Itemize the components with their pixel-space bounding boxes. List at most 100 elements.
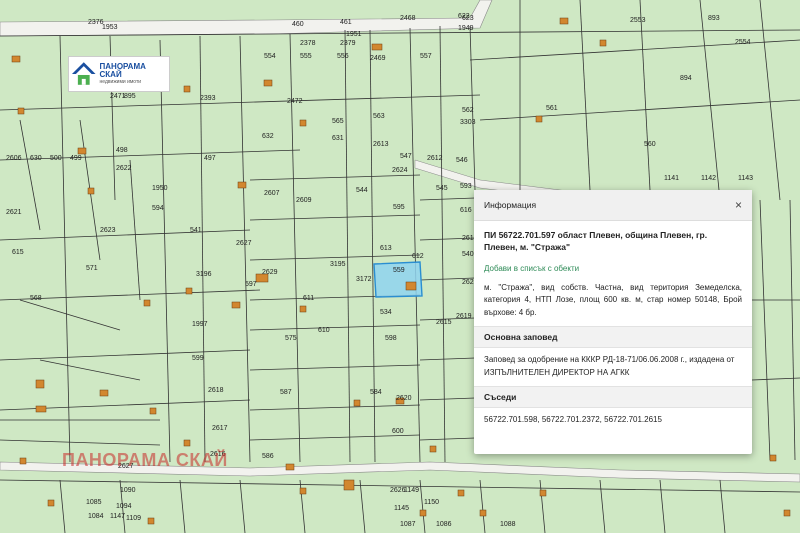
parcel-number-label: 2469 <box>370 55 386 62</box>
building-footprint <box>299 119 307 127</box>
parcel-number-label: 2623 <box>100 227 116 234</box>
building-footprint <box>353 399 361 407</box>
parcel-number-label: 2619 <box>456 313 472 320</box>
parcel-number-label: 1949 <box>458 25 474 32</box>
parcel-description: м. "Стража", вид собств. Частна, вид тер… <box>484 282 742 318</box>
parcel-number-label: 460 <box>292 21 304 28</box>
watermark: ПАНОРАМА СКАЙ <box>62 450 228 470</box>
building-footprint <box>419 509 427 517</box>
building-footprint <box>299 305 307 313</box>
parcel-number-label: 2629 <box>262 269 278 276</box>
parcel-number-label: 1951 <box>346 31 362 38</box>
building-footprint <box>237 181 247 189</box>
parcel-number-label: 544 <box>356 187 368 194</box>
parcel-number-label: 3195 <box>330 261 346 268</box>
parcel-number-label: 547 <box>400 153 412 160</box>
parcel-number-label: 2615 <box>436 319 452 326</box>
parcel-number-label: 1086 <box>436 521 452 528</box>
parcel-number-label: 540 <box>462 251 474 258</box>
parcel-number-label: 894 <box>680 75 692 82</box>
parcel-number-label: 568 <box>30 295 42 302</box>
parcel-number-label: 1147 <box>110 513 125 520</box>
info-panel: Информация × ПИ 56722.701.597 област Пле… <box>474 190 752 454</box>
parcel-number-label: 613 <box>380 245 392 252</box>
building-footprint <box>183 439 191 447</box>
parcel-number-label: 630 <box>30 155 42 162</box>
parcel-number-label: 545 <box>436 185 448 192</box>
parcel-number-label: 2472 <box>287 98 303 105</box>
parcel-number-label: 1088 <box>500 521 516 528</box>
parcel-number-label: 541 <box>190 227 202 234</box>
parcel-number-label: 3303 <box>460 119 476 126</box>
parcel-title: ПИ 56722.701.597 област Плевен, община П… <box>484 230 708 253</box>
building-footprint <box>147 517 155 525</box>
parcel-number-label: 560 <box>644 141 656 148</box>
building-footprint <box>429 445 437 453</box>
parcel-number-label: 571 <box>86 265 98 272</box>
building-footprint <box>457 489 465 497</box>
building-footprint <box>299 487 307 495</box>
logo-brand-text: ПАНОРАМА СКАЙ <box>99 61 146 80</box>
company-logo: ПАНОРАМА СКАЙ недвижими имоти <box>68 56 170 92</box>
parcel-number-label: 534 <box>380 309 392 316</box>
parcel-number-label: 2606 <box>6 155 22 162</box>
parcel-number-label: 2609 <box>296 197 312 204</box>
parcel-number-label: 561 <box>546 105 558 112</box>
parcel-number-label: 895 <box>124 93 136 100</box>
parcel-number-label: 555 <box>300 53 312 60</box>
parcel-number-label: 2379 <box>340 40 356 47</box>
parcel-number-label: 1084 <box>88 513 104 520</box>
parcel-number-label: 2612 <box>427 155 443 162</box>
parcel-number-label: 597 <box>245 281 257 288</box>
building-footprint <box>769 454 777 462</box>
building-footprint <box>11 55 21 63</box>
info-panel-title: Информация <box>484 200 537 210</box>
add-to-list-link[interactable]: Добави в списък с обекти <box>484 262 742 276</box>
parcel-number-label: 599 <box>192 355 204 362</box>
building-footprint <box>143 299 151 307</box>
parcel-number-label: 559 <box>393 267 405 274</box>
parcel-number-label: 1087 <box>400 521 416 528</box>
parcel-number-label: 594 <box>152 205 164 212</box>
parcel-number-label: 1953 <box>102 24 118 31</box>
parcel-number-label: 461 <box>340 19 352 26</box>
order-text: Заповед за одобрение на КККР РД-18-71/06… <box>484 355 735 377</box>
building-footprint <box>231 301 241 309</box>
close-icon[interactable]: × <box>735 198 742 212</box>
building-footprint <box>285 463 295 471</box>
parcel-number-label: 499 <box>70 155 82 162</box>
parcel-number-label: 1142 <box>701 175 716 182</box>
parcel-number-label: 2553 <box>630 17 646 24</box>
parcel-number-label: 557 <box>420 53 432 60</box>
info-panel-header: Информация × <box>474 190 752 221</box>
building-footprint <box>599 39 607 47</box>
parcel-number-label: 1094 <box>116 503 132 510</box>
parcel-number-label: 2378 <box>300 40 316 47</box>
building-footprint <box>185 287 193 295</box>
parcel-number-label: 2554 <box>735 39 751 46</box>
parcel-number-label: 500 <box>50 155 62 162</box>
neighbors-heading: Съседи <box>474 385 752 408</box>
parcel-number-label: 2607 <box>264 190 280 197</box>
building-footprint <box>535 115 543 123</box>
parcel-number-label: 2468 <box>400 15 416 22</box>
parcel-number-label: 556 <box>337 53 349 60</box>
parcel-number-label: 586 <box>262 453 274 460</box>
parcel-number-label: 893 <box>708 15 720 22</box>
parcel-number-label: 1145 <box>394 505 409 512</box>
building-footprint <box>343 479 355 491</box>
building-footprint <box>783 509 791 517</box>
building-footprint <box>149 407 157 415</box>
parcel-number-label: 565 <box>332 118 344 125</box>
building-footprint <box>77 147 87 155</box>
parcel-number-label: 1149 <box>404 487 419 494</box>
parcel-number-label: 2624 <box>392 167 408 174</box>
parcel-number-label: 600 <box>392 428 404 435</box>
building-footprint <box>19 457 27 465</box>
order-heading: Основна заповед <box>474 326 752 349</box>
parcel-number-label: 563 <box>373 113 385 120</box>
building-footprint <box>559 17 569 25</box>
parcel-number-label: 1143 <box>738 175 753 182</box>
house-roof-icon <box>71 62 96 85</box>
parcel-number-label: 2617 <box>212 425 228 432</box>
